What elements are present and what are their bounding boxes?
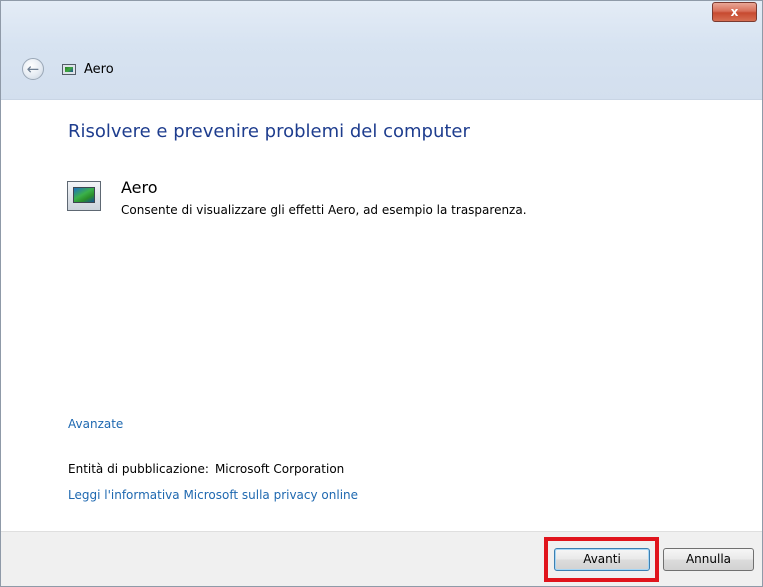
- privacy-link[interactable]: Leggi l'informativa Microsoft sulla priv…: [68, 488, 358, 502]
- advanced-link[interactable]: Avanzate: [68, 417, 123, 431]
- publisher-value: Microsoft Corporation: [214, 462, 345, 476]
- next-button[interactable]: Avanti: [554, 548, 650, 571]
- cancel-button[interactable]: Annulla: [663, 548, 754, 571]
- navigation-row: ← Aero: [22, 56, 114, 82]
- aero-troubleshooter-icon: [67, 181, 101, 211]
- title-bar: x ← Aero: [1, 1, 762, 99]
- footer-bar: Avanti Annulla: [1, 531, 762, 586]
- troubleshooter-title: Aero: [121, 178, 158, 197]
- back-arrow-icon[interactable]: ←: [22, 58, 44, 80]
- publisher-info: Entità di pubblicazione: Microsoft Corpor…: [68, 462, 344, 476]
- troubleshooter-window: x ← Aero Risolvere e prevenire problemi …: [0, 0, 763, 587]
- page-heading: Risolvere e prevenire problemi del compu…: [68, 121, 470, 142]
- close-button[interactable]: x: [712, 2, 757, 22]
- content-area: Risolvere e prevenire problemi del compu…: [1, 99, 762, 533]
- troubleshooter-description: Consente di visualizzare gli effetti Aer…: [121, 203, 527, 217]
- aero-app-icon: [62, 63, 76, 75]
- window-title: Aero: [84, 61, 114, 77]
- publisher-label: Entità di pubblicazione:: [68, 462, 209, 476]
